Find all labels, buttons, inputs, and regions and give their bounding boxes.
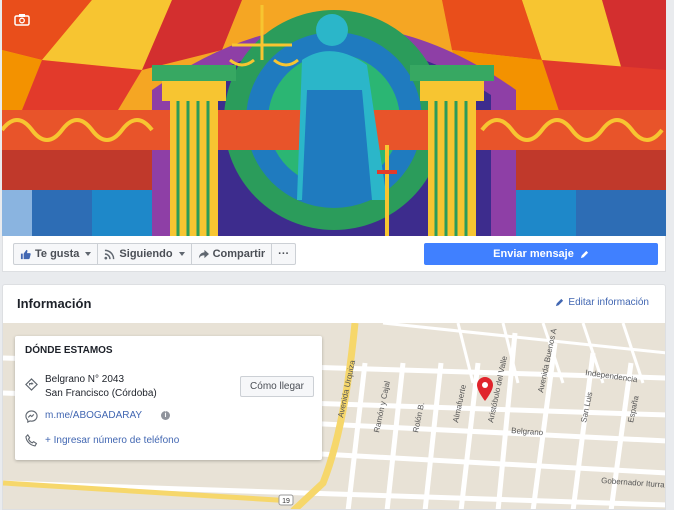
messenger-link[interactable]: m.me/ABOGADARAY	[45, 410, 142, 421]
like-label: Te gusta	[35, 248, 80, 260]
like-button[interactable]: Te gusta	[14, 244, 99, 264]
edit-info-link[interactable]: Editar información	[555, 297, 649, 308]
rss-feed-icon	[104, 249, 115, 260]
page-action-bar: Te gusta Siguiendo Compartir ··· Enviar …	[2, 236, 666, 272]
cover-photo[interactable]	[2, 0, 666, 236]
get-directions-button[interactable]: Cómo llegar	[240, 376, 314, 397]
location-title: DÓNDE ESTAMOS	[25, 345, 113, 356]
info-icon[interactable]: i	[161, 411, 170, 420]
info-header: Información Editar información	[3, 285, 665, 323]
messenger-icon	[25, 410, 38, 423]
share-arrow-icon	[198, 249, 209, 259]
location-card: DÓNDE ESTAMOS Belgrano N° 2043 San Franc…	[15, 336, 322, 460]
info-title: Información	[17, 296, 92, 311]
following-label: Siguiendo	[119, 248, 173, 260]
camera-icon[interactable]	[14, 13, 30, 26]
edit-info-label: Editar información	[568, 297, 649, 308]
route-shield: 19	[282, 498, 290, 505]
address-line-1: Belgrano N° 2043	[45, 374, 125, 385]
chevron-down-icon	[178, 252, 185, 256]
add-phone-link[interactable]: + Ingresar número de teléfono	[45, 435, 179, 446]
more-options-button[interactable]: ···	[272, 244, 295, 264]
thumbs-up-icon	[20, 249, 31, 259]
send-message-label: Enviar mensaje	[493, 248, 574, 260]
chevron-down-icon	[85, 252, 92, 256]
pencil-icon	[556, 298, 564, 307]
phone-icon	[25, 434, 38, 447]
info-card: Información Editar información Avenida U…	[2, 284, 666, 510]
page-actions-group: Te gusta Siguiendo Compartir ···	[13, 243, 297, 265]
share-label: Compartir	[212, 248, 266, 260]
send-message-button[interactable]: Enviar mensaje	[424, 243, 658, 265]
page: Te gusta Siguiendo Compartir ··· Enviar …	[0, 0, 674, 510]
directions-icon	[25, 378, 38, 391]
location-map[interactable]: Avenida Urquiza Ramón y Cajal Rolón B. A…	[3, 323, 665, 509]
share-button[interactable]: Compartir	[192, 244, 273, 264]
more-dots-icon: ···	[278, 248, 290, 260]
following-button[interactable]: Siguiendo	[98, 244, 192, 264]
pencil-icon	[580, 250, 588, 258]
stained-glass-justice-illustration	[2, 0, 666, 236]
address-line-2: San Francisco (Córdoba)	[45, 388, 157, 399]
